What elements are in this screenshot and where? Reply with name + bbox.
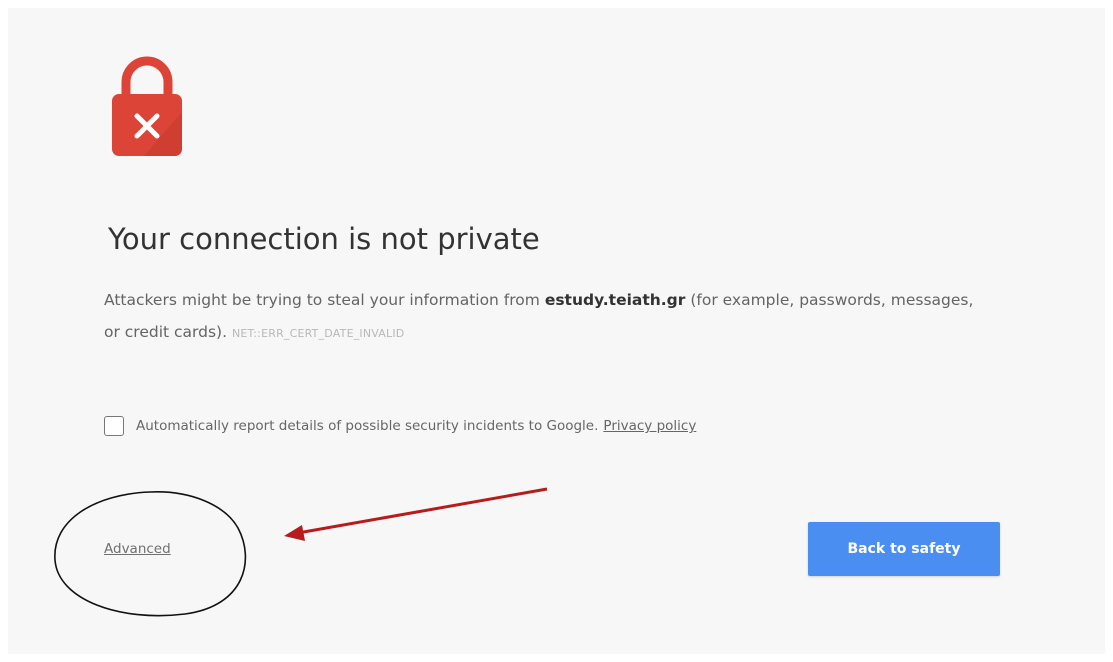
privacy-policy-link[interactable]: Privacy policy	[603, 418, 696, 434]
interstitial-page: Your connection is not private Attackers…	[8, 8, 1105, 654]
lock-error-icon	[112, 56, 182, 156]
back-to-safety-button[interactable]: Back to safety	[808, 522, 1000, 576]
report-checkbox[interactable]	[104, 416, 124, 436]
advanced-link[interactable]: Advanced	[104, 541, 171, 557]
report-label: Automatically report details of possible…	[136, 418, 599, 434]
warning-text-prefix: Attackers might be trying to steal your …	[104, 291, 545, 309]
warning-message: Attackers might be trying to steal your …	[104, 284, 984, 350]
error-code[interactable]: NET::ERR_CERT_DATE_INVALID	[232, 327, 405, 340]
page-title: Your connection is not private	[108, 222, 540, 256]
security-report-option[interactable]: Automatically report details of possible…	[104, 416, 696, 436]
site-domain: estudy.teiath.gr	[544, 291, 686, 309]
